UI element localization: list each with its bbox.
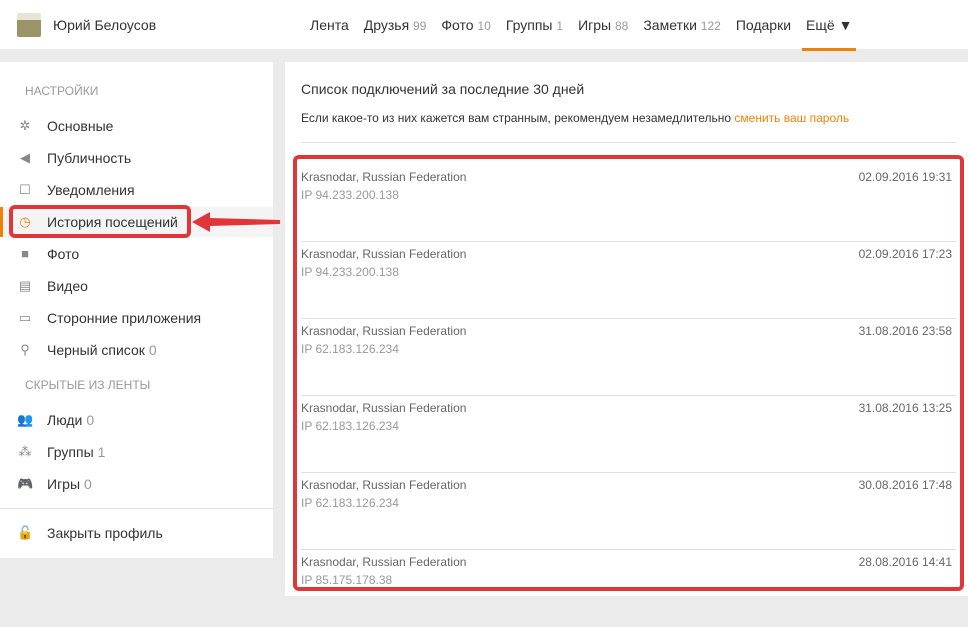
sidebar-item-count: 0	[84, 476, 92, 492]
sidebar-item-label: Фото	[47, 246, 80, 262]
nav-label: Подарки	[735, 17, 792, 33]
sidebar-item-count: 1	[97, 444, 106, 460]
sidebar-item-blacklist[interactable]: ⚲ Черный список 0	[0, 335, 273, 365]
film-icon: ▤	[18, 278, 32, 293]
nav-count: 88	[614, 19, 629, 33]
page-title: Список подключений за последние 30 дней	[301, 81, 585, 97]
avatar[interactable]	[17, 13, 41, 37]
gamepad-icon: 🎮	[17, 476, 34, 491]
window-icon: ▭	[18, 310, 32, 325]
sidebar-item-count: 0	[148, 342, 157, 358]
sidebar-item-count: 0	[86, 412, 95, 428]
sidebar-item-apps[interactable]: ▭ Сторонние приложения	[0, 303, 273, 333]
sidebar-item-hidden-groups[interactable]: ⁂ Группы 1	[0, 437, 273, 467]
nav-label: Заметки	[643, 17, 697, 33]
sidebar-item-label: Уведомления	[47, 182, 135, 198]
sidebar-item-label: Люди	[47, 412, 83, 428]
lock-icon: 🔓	[17, 525, 34, 540]
people-icon: 👥	[17, 412, 34, 427]
annotation-box-sessions	[293, 155, 964, 591]
warning-text-body: Если какое-то из них кажется вам странны…	[301, 111, 732, 125]
nav-label: Фото	[441, 17, 474, 33]
megaphone-icon: ◀	[20, 150, 30, 165]
annotation-arrow-icon	[192, 212, 280, 232]
nav-games[interactable]: Игры 88	[578, 17, 628, 33]
nav-friends[interactable]: Друзья 99	[364, 17, 427, 33]
nav-count: 10	[477, 19, 491, 33]
notification-icon: ☐	[19, 182, 31, 197]
nav-label: Игры	[578, 17, 612, 33]
sidebar-item-label: Публичность	[47, 150, 132, 166]
sidebar-item-label: Группы	[47, 444, 94, 460]
sidebar-item-hidden-games[interactable]: 🎮 Игры 0	[0, 469, 273, 499]
nav-label: Ещё ▼	[806, 17, 853, 33]
nav-photo[interactable]: Фото 10	[441, 17, 490, 33]
main-nav: Лента Друзья 99 Фото 10 Группы 1 Игры 88…	[310, 17, 867, 51]
user-name[interactable]: Юрий Белоусов	[53, 17, 156, 33]
settings-sidebar: НАСТРОЙКИ ✲ Основные ◀ Публичность ☐ Уведом…	[0, 62, 273, 558]
sidebar-item-label: Игры	[47, 476, 81, 492]
warning-text: Если какое-то из них кажется вам странны…	[301, 111, 849, 125]
close-profile-label: Закрыть профиль	[47, 525, 163, 541]
divider	[301, 142, 956, 143]
close-profile-button[interactable]: 🔓 Закрыть профиль	[0, 518, 273, 548]
change-password-link[interactable]: сменить ваш пароль	[734, 111, 849, 125]
top-bar: Юрий Белоусов Лента Друзья 99 Фото 10 Гр…	[0, 0, 968, 51]
nav-count: 1	[556, 19, 564, 33]
groups-icon: ⁂	[18, 444, 32, 459]
sidebar-item-label: Основные	[47, 118, 114, 134]
sidebar-item-publicity[interactable]: ◀ Публичность	[0, 143, 273, 173]
nav-gifts[interactable]: Подарки	[736, 17, 791, 33]
nav-label: Друзья	[363, 17, 410, 33]
nav-feed[interactable]: Лента	[310, 17, 349, 33]
nav-label: Группы	[505, 17, 553, 33]
hidden-heading: СКРЫТЫЕ ИЗ ЛЕНТЫ	[25, 378, 151, 392]
settings-heading: НАСТРОЙКИ	[25, 84, 99, 98]
camera-icon: ■	[21, 246, 29, 261]
divider	[0, 508, 273, 509]
nav-notes[interactable]: Заметки 122	[643, 17, 720, 33]
sidebar-item-photo[interactable]: ■ Фото	[0, 239, 273, 269]
nav-count: 99	[413, 19, 427, 33]
nav-count: 122	[700, 19, 721, 33]
gear-icon: ✲	[19, 118, 31, 133]
sidebar-item-notifications[interactable]: ☐ Уведомления	[0, 175, 273, 205]
blocked-user-icon: ⚲	[20, 342, 30, 357]
sidebar-item-hidden-people[interactable]: 👥 Люди 0	[0, 405, 273, 435]
sidebar-item-label: Сторонние приложения	[47, 310, 202, 326]
nav-groups[interactable]: Группы 1	[506, 17, 563, 33]
sidebar-item-label: Черный список	[47, 342, 145, 358]
nav-label: Лента	[310, 17, 349, 33]
sidebar-item-video[interactable]: ▤ Видео	[0, 271, 273, 301]
nav-more[interactable]: Ещё ▼	[802, 17, 857, 51]
sidebar-item-general[interactable]: ✲ Основные	[0, 111, 273, 141]
sidebar-item-label: Видео	[47, 278, 88, 294]
annotation-box-history	[9, 205, 191, 238]
